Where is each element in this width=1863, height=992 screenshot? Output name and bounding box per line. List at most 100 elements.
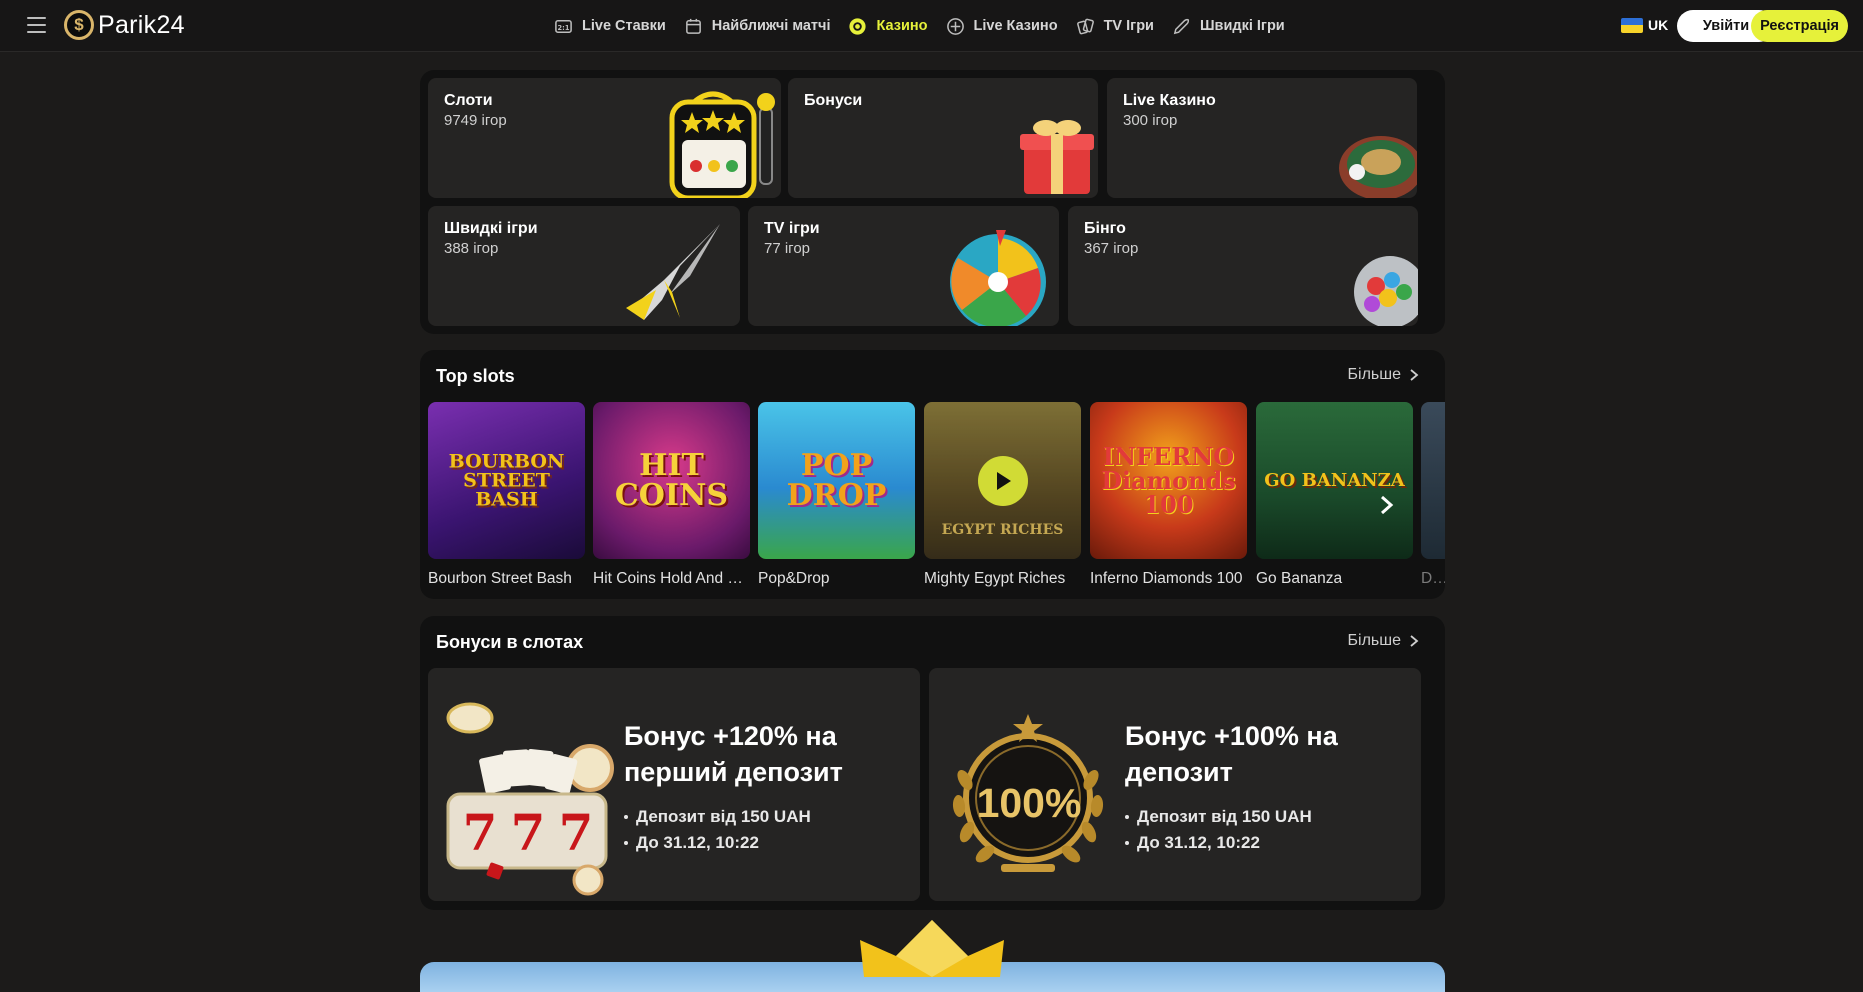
language-code: UK	[1648, 17, 1669, 33]
slot-card[interactable]: INFERNO Diamonds 100 Inferno Diamonds 10…	[1090, 402, 1247, 588]
slot-name: Inferno Diamonds 100	[1090, 570, 1243, 587]
slot-thumbnail: POP DROP	[758, 402, 915, 559]
more-label: Більше	[1347, 632, 1401, 649]
more-label: Більше	[1347, 366, 1401, 383]
slot-logo-text: INFERNO Diamonds 100	[1101, 441, 1236, 519]
bingo-balls-icon	[1354, 256, 1418, 326]
nav-upcoming-matches[interactable]: Найближчі матчі	[684, 17, 831, 36]
live-casino-icon	[946, 17, 965, 36]
svg-text:2:1: 2:1	[558, 23, 570, 31]
nav-live-bets[interactable]: 2:1 Live Ставки	[554, 17, 666, 36]
slot-name: Hit Coins Hold And S...	[593, 570, 750, 587]
category-bingo[interactable]: Бінго 367 ігор	[1068, 206, 1418, 326]
slot-logo-text: EGYPT RICHES	[941, 522, 1064, 538]
nav-fast-games[interactable]: Швидкі Ігри	[1172, 17, 1285, 36]
slot-thumbnail: GO BANANZA	[1256, 402, 1413, 559]
chevron-right-icon	[1410, 369, 1419, 381]
play-icon	[997, 472, 1011, 490]
top-slots-panel: Top slots Більше BOURBON STREET BASH Bou…	[420, 350, 1445, 599]
svg-text:7: 7	[463, 803, 498, 862]
category-title: Live Казино	[1123, 92, 1216, 109]
section-title: Бонуси в слотах	[436, 632, 584, 652]
logo-text: Parik24	[98, 10, 185, 39]
category-count: 367 ігор	[1084, 240, 1139, 257]
bonus-percent-art: 100%	[976, 780, 1082, 826]
bonus-title: Бонус +120% на перший депозит	[624, 721, 843, 787]
carousel-next-icon[interactable]	[1375, 494, 1397, 516]
crown-icon	[860, 920, 1004, 977]
nav-casino[interactable]: Казино	[848, 17, 928, 36]
nav-label: Найближчі матчі	[711, 18, 831, 34]
logo-coin-icon: $	[64, 10, 94, 40]
nav-label: Швидкі Ігри	[1199, 18, 1285, 34]
slot-thumbnail: EGYPT RICHES	[924, 402, 1081, 559]
register-button[interactable]: Реєстрація	[1751, 10, 1848, 42]
slot-card-partial[interactable]: Der	[1421, 402, 1445, 588]
chevron-right-icon	[1410, 635, 1419, 647]
tv-games-icon	[1076, 17, 1095, 36]
nav-label: Live Казино	[973, 18, 1058, 34]
nav-label: TV Ігри	[1103, 18, 1154, 34]
ukraine-flag-icon	[1621, 17, 1643, 33]
slot-logo-text: HIT COINS	[614, 447, 729, 513]
slot-logo-text: POP DROP	[786, 447, 887, 513]
casino-chip-icon	[848, 17, 867, 36]
category-tv-games[interactable]: TV ігри 77 ігор	[748, 206, 1059, 326]
bonus-details: Депозит від 150 UAH До 31.12, 10:22	[624, 804, 811, 856]
slot-thumbnail	[1421, 402, 1445, 559]
slot-name: Bourbon Street Bash	[428, 570, 572, 587]
slot-name: Go Bananza	[1256, 570, 1343, 587]
slot-name: Pop&Drop	[758, 570, 830, 587]
category-fast-games[interactable]: Швидкі ігри 388 ігор	[428, 206, 740, 326]
bonus-slots-panel: Бонуси в слотах Більше 7 7 7 Бонус +120%…	[420, 616, 1445, 910]
slot-777-icon: 7 7 7	[446, 702, 614, 896]
category-count: 77 ігор	[764, 240, 811, 257]
main-nav: 2:1 Live Ставки Найближчі матчі Казино L…	[554, 0, 1285, 52]
nav-tv-games[interactable]: TV Ігри	[1076, 17, 1154, 36]
language-selector[interactable]: UK	[1621, 17, 1668, 33]
category-slots[interactable]: Слоти 9749 ігор	[428, 78, 781, 198]
bonus-detail: До 31.12, 10:22	[624, 830, 811, 856]
category-live-casino[interactable]: Live Казино 300 ігор	[1107, 78, 1417, 198]
category-bonuses[interactable]: Бонуси	[788, 78, 1098, 198]
play-button[interactable]	[978, 456, 1028, 506]
slot-name: Mighty Egypt Riches	[924, 570, 1066, 587]
svg-text:7: 7	[559, 803, 594, 862]
calendar-icon	[684, 17, 703, 36]
top-header: $ Parik24 2:1 Live Ставки Найближчі матч…	[0, 0, 1863, 52]
nav-label: Казино	[876, 18, 928, 34]
category-title: Слоти	[444, 92, 493, 109]
slot-card[interactable]: EGYPT RICHES Mighty Egypt Riches	[924, 402, 1081, 588]
nav-live-casino[interactable]: Live Казино	[946, 17, 1058, 36]
wheel-of-fortune-icon	[950, 230, 1046, 326]
slot-card[interactable]: POP DROP Pop&Drop	[758, 402, 915, 588]
bonus-detail: Депозит від 150 UAH	[624, 804, 811, 830]
slot-thumbnail: BOURBON STREET BASH	[428, 402, 585, 559]
categories-panel: Слоти 9749 ігор Бонуси Live Казино 300 і…	[420, 70, 1445, 334]
nav-label: Live Ставки	[582, 18, 666, 34]
bonus-detail: Депозит від 150 UAH	[1125, 804, 1312, 830]
slot-thumbnail: HIT COINS	[593, 402, 750, 559]
menu-icon[interactable]	[27, 17, 46, 33]
bonus-card[interactable]: 7 7 7 Бонус +120% на перший депозит Депо…	[428, 668, 920, 901]
category-title: TV ігри	[764, 220, 820, 237]
slot-logo-text: GO BANANZA	[1264, 469, 1405, 491]
bonus-detail: До 31.12, 10:22	[1125, 830, 1312, 856]
rocket-icon	[1172, 17, 1191, 36]
scoreboard-icon: 2:1	[554, 17, 573, 36]
top-slots-more-link[interactable]: Більше	[1348, 366, 1419, 384]
bonus-title: Бонус +100% на депозит	[1125, 721, 1338, 787]
bonus-slots-more-link[interactable]: Більше	[1348, 632, 1419, 650]
bonus-card[interactable]: 100% Бонус +100% на депозит Депозит від …	[929, 668, 1421, 901]
category-title: Бінго	[1084, 220, 1126, 237]
slot-card[interactable]: BOURBON STREET BASH Bourbon Street Bash	[428, 402, 585, 588]
category-count: 388 ігор	[444, 240, 499, 257]
bonus-details: Депозит від 150 UAH До 31.12, 10:22	[1125, 804, 1312, 856]
roulette-icon	[1339, 136, 1417, 198]
category-title: Бонуси	[804, 92, 863, 109]
site-logo[interactable]: $ Parik24	[64, 10, 185, 40]
gift-box-icon	[1020, 120, 1094, 194]
slot-card[interactable]: HIT COINS Hit Coins Hold And S...	[593, 402, 750, 588]
svg-text:7: 7	[511, 803, 546, 862]
section-title: Top slots	[436, 366, 515, 386]
